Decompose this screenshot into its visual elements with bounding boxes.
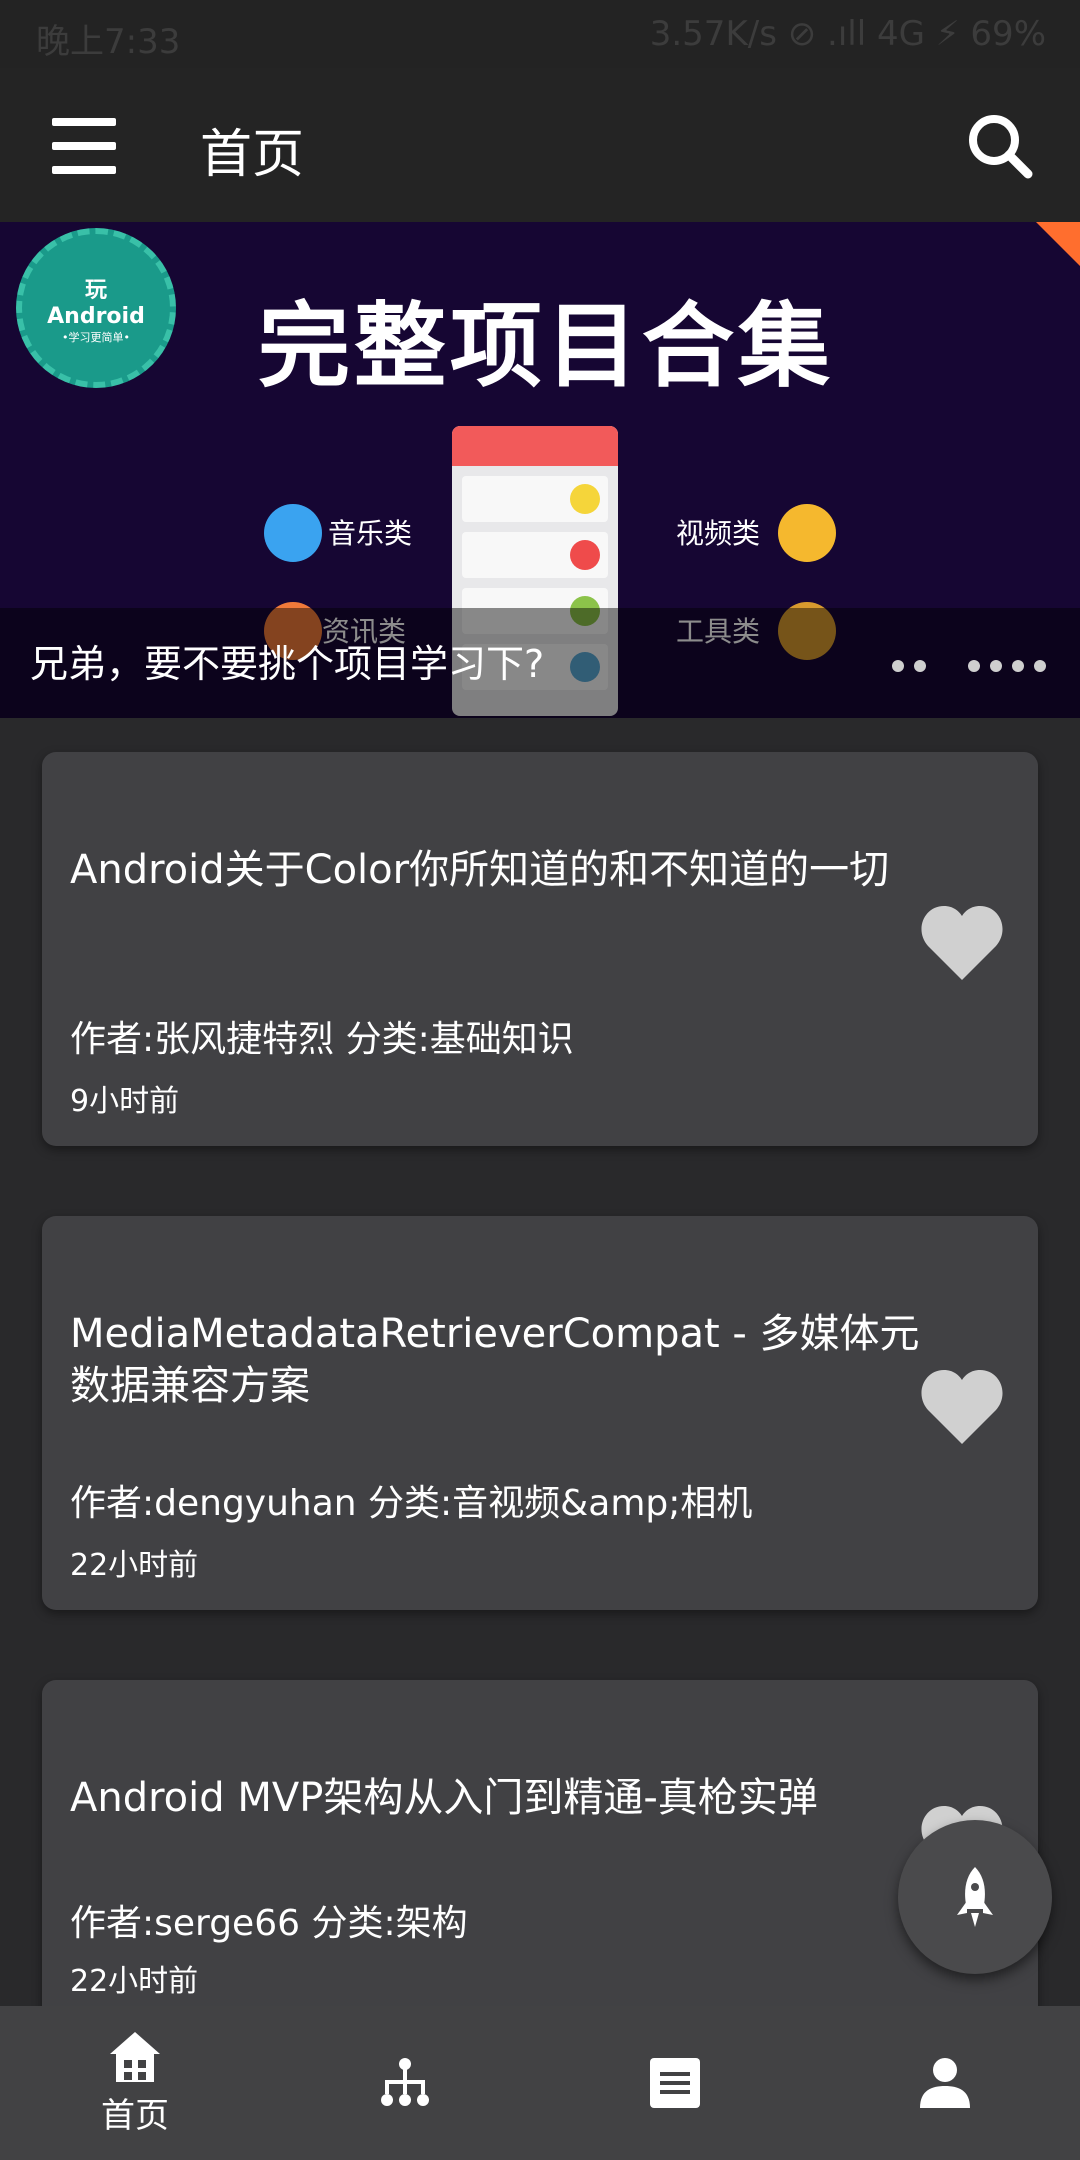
rocket-icon — [957, 1867, 993, 1927]
category-label: 音乐类 — [328, 517, 413, 550]
music-icon — [264, 504, 322, 562]
video-icon — [778, 504, 836, 562]
nav-home-label: 首页 — [101, 2095, 169, 2136]
nav-project[interactable] — [540, 2006, 810, 2160]
menu-icon[interactable] — [52, 118, 120, 174]
article-time: 22小时前 — [70, 1548, 199, 1583]
status-network: 3.57K/s ⊘ .ıll 4G ⚡ 69% — [649, 14, 1046, 54]
carousel-indicator — [892, 660, 1046, 672]
bottom-navigation: 首页 — [0, 2006, 1080, 2160]
hierarchy-icon — [381, 2058, 429, 2106]
nav-home[interactable]: 首页 — [0, 2006, 270, 2160]
home-icon — [110, 2031, 160, 2082]
toolbar: 首页 — [0, 68, 1080, 222]
heart-icon[interactable] — [920, 904, 1004, 982]
page-title: 首页 — [200, 125, 305, 185]
article-meta: 作者:dengyuhan 分类:音视频&amp;相机 — [70, 1483, 753, 1524]
article-card[interactable]: MediaMetadataRetrieverCompat - 多媒体元数据兼容方… — [42, 1216, 1038, 1610]
article-card[interactable]: Android关于Color你所知道的和不知道的一切 作者:张风捷特烈 分类:基… — [42, 752, 1038, 1146]
banner-corner-decoration — [1036, 222, 1080, 266]
article-meta: 作者:serge66 分类:架构 — [70, 1903, 468, 1944]
banner-carousel[interactable]: 玩 Android •学习更简单• 完整项目合集 音乐类 视频类 资讯类 工具类… — [0, 222, 1080, 718]
article-meta: 作者:张风捷特烈 分类:基础知识 — [70, 1019, 574, 1060]
article-title: Android关于Color你所知道的和不知道的一切 — [70, 847, 890, 893]
status-bar: 晚上7:33 3.57K/s ⊘ .ıll 4G ⚡ 69% — [0, 0, 1080, 68]
article-time: 9小时前 — [70, 1084, 180, 1119]
category-label: 视频类 — [676, 517, 761, 550]
banner-title: 完整项目合集 — [257, 293, 834, 400]
nav-mine[interactable] — [810, 2006, 1080, 2160]
status-time: 晚上7:33 — [36, 22, 181, 62]
banner-caption: 兄弟，要不要挑个项目学习下? — [30, 642, 545, 686]
app-root: 晚上7:33 3.57K/s ⊘ .ıll 4G ⚡ 69% 首页 玩 Andr… — [0, 0, 1080, 2160]
heart-icon[interactable] — [920, 1368, 1004, 1446]
person-icon — [920, 2058, 970, 2108]
article-time: 22小时前 — [70, 1964, 199, 1999]
list-icon — [650, 2058, 700, 2108]
article-title: Android MVP架构从入门到精通-真枪实弹 — [70, 1775, 818, 1821]
nav-system[interactable] — [270, 2006, 540, 2160]
scroll-top-fab[interactable] — [898, 1820, 1052, 1974]
search-icon[interactable] — [964, 110, 1036, 182]
article-title: MediaMetadataRetrieverCompat - 多媒体元数据兼容方… — [70, 1311, 920, 1409]
